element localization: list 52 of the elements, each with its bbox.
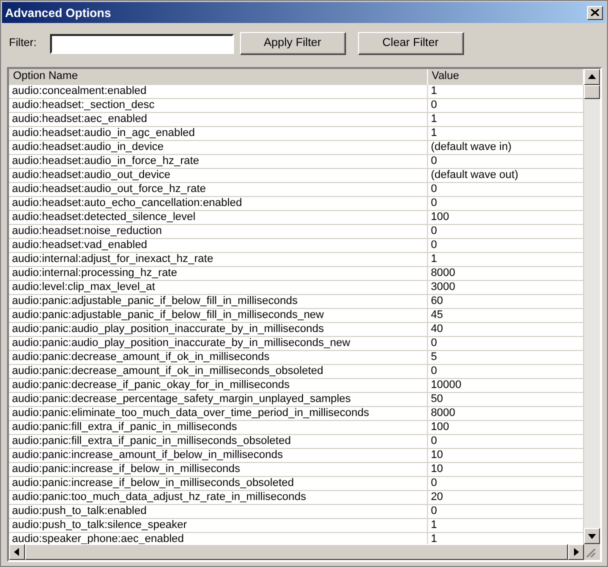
scrollbar-thumb[interactable]: [584, 85, 600, 99]
table-cell: audio:push_to_talk:enabled: [9, 505, 428, 518]
vertical-scrollbar[interactable]: [584, 69, 600, 544]
column-header[interactable]: Option Name: [9, 69, 428, 85]
scroll-right-button[interactable]: [568, 544, 584, 560]
table-cell: audio:internal:processing_hz_rate: [9, 267, 428, 280]
table-cell: audio:panic:increase_if_below_in_milliseconds_obsoleted: [9, 477, 428, 490]
table-cell: audio:panic:fill_extra_if_panic_in_milliseconds: [9, 421, 428, 434]
table-cell: audio:panic:decrease_percentage_safety_margin_unplayed_samples: [9, 393, 428, 406]
resize-grip-icon: [584, 546, 596, 558]
table-cell: audio:headset:vad_enabled: [9, 239, 428, 252]
filter-field[interactable]: [50, 34, 234, 54]
right-arrow-icon: [572, 548, 580, 556]
table-cell: audio:panic:audio_play_position_inaccurate_by_in_milliseconds: [9, 323, 428, 336]
table-cell: audio:panic:adjustable_panic_if_below_fill_in_milliseconds_new: [9, 309, 428, 322]
table-cell: audio:panic:audio_play_position_inaccurate_by_in_milliseconds_new: [9, 337, 428, 350]
left-arrow-icon: [13, 548, 21, 556]
table-cell: audio:panic:decrease_if_panic_okay_for_in_milliseconds: [9, 379, 428, 392]
table-cell: audio:headset:audio_out_device: [9, 169, 428, 182]
table-cell: audio:headset:_section_desc: [9, 99, 428, 112]
table-cell: audio:headset:detected_silence_level: [9, 211, 428, 224]
table-cell: audio:headset:audio_in_force_hz_rate: [9, 155, 428, 168]
table-cell: audio:panic:too_much_data_adjust_hz_rate_in_milliseconds: [9, 491, 428, 504]
table-cell: audio:panic:adjustable_panic_if_below_fill_in_milliseconds: [9, 295, 428, 308]
scroll-left-button[interactable]: [9, 544, 25, 560]
table-cell: audio:headset:aec_enabled: [9, 113, 428, 126]
table-cell: audio:panic:fill_extra_if_panic_in_milliseconds_obsoleted: [9, 435, 428, 448]
up-arrow-icon: [588, 73, 596, 81]
table-cell: audio:headset:audio_in_device: [9, 141, 428, 154]
table-cell: audio:panic:decrease_amount_if_ok_in_milliseconds_obsoleted: [9, 365, 428, 378]
apply-filter-button[interactable]: Apply Filter: [240, 32, 346, 55]
table-cell: audio:headset:audio_out_force_hz_rate: [9, 183, 428, 196]
table-cell: audio:panic:decrease_amount_if_ok_in_milliseconds: [9, 351, 428, 364]
close-button[interactable]: [587, 6, 603, 20]
table-cell: audio:headset:auto_echo_cancellation:enabled: [9, 197, 428, 210]
table-cell: audio:panic:increase_if_below_in_milliseconds: [9, 463, 428, 476]
window-title: Advanced Options: [5, 4, 112, 22]
table-cell: audio:concealment:enabled: [9, 85, 428, 98]
close-icon: [591, 9, 599, 16]
table-cell: audio:push_to_talk:silence_speaker: [9, 519, 428, 532]
table-cell: audio:panic:eliminate_too_much_data_over_time_period_in_milliseconds: [9, 407, 428, 420]
table-cell: audio:headset:noise_reduction: [9, 225, 428, 238]
down-arrow-icon: [588, 532, 596, 540]
scroll-up-button[interactable]: [584, 69, 600, 85]
resize-grip[interactable]: [584, 544, 600, 560]
table-cell: audio:internal:adjust_for_inexact_hz_rate: [9, 253, 428, 266]
filter-label: Filter:: [9, 36, 36, 52]
scroll-down-button[interactable]: [584, 528, 600, 544]
table-cell: audio:panic:increase_amount_if_below_in_milliseconds: [9, 449, 428, 462]
table-cell: audio:headset:audio_in_agc_enabled: [9, 127, 428, 140]
clear-filter-button[interactable]: Clear Filter: [358, 32, 464, 55]
table-cell: audio:level:clip_max_level_at: [9, 281, 428, 294]
